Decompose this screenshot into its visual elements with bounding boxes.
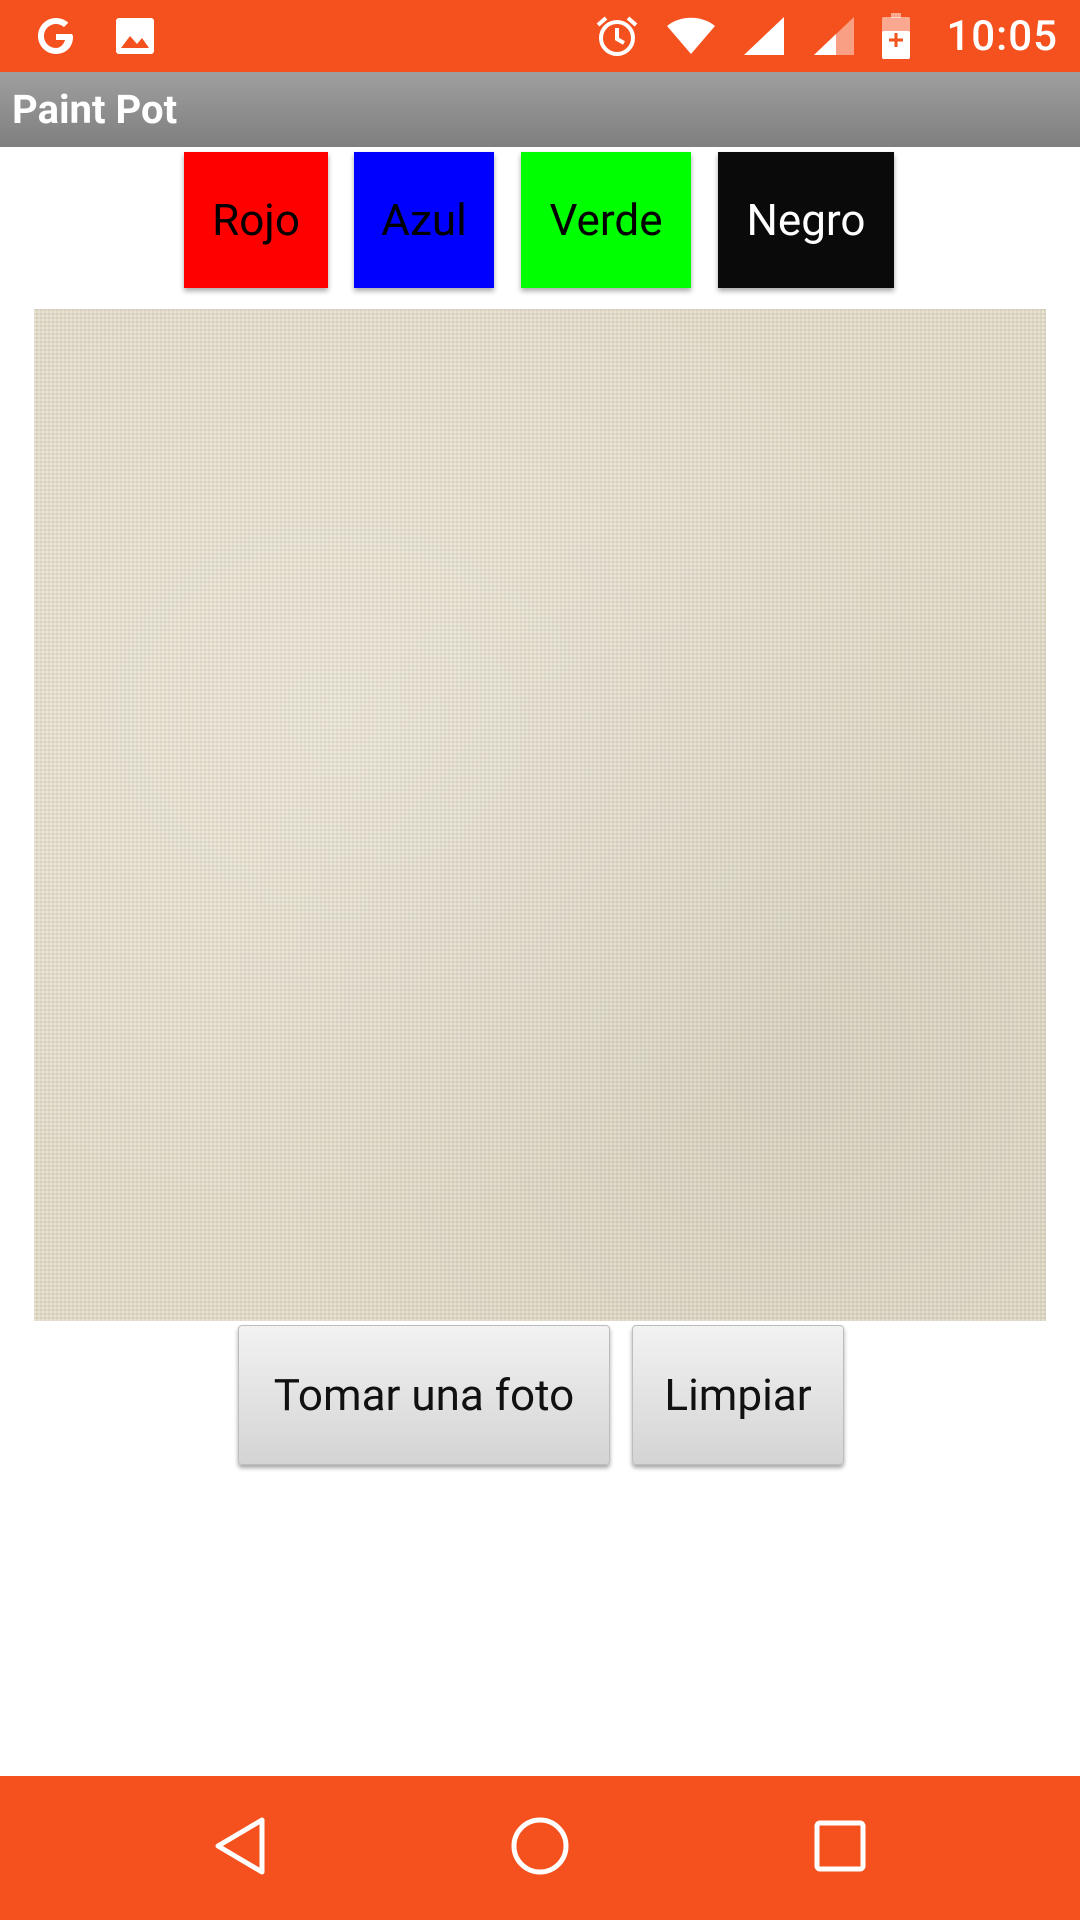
recents-icon: [814, 1820, 866, 1876]
home-icon: [510, 1816, 570, 1880]
title-bar: Paint Pot: [0, 72, 1080, 147]
google-icon: [34, 14, 78, 58]
blue-button[interactable]: Azul: [354, 152, 494, 288]
red-button[interactable]: Rojo: [184, 152, 328, 288]
drawing-canvas[interactable]: [34, 309, 1046, 1321]
recents-button[interactable]: [760, 1776, 920, 1920]
signal-weak-icon: [812, 15, 856, 57]
signal-icon: [742, 15, 786, 57]
back-icon: [212, 1815, 268, 1881]
app-title: Paint Pot: [12, 86, 178, 133]
status-time: 10:05: [946, 11, 1058, 61]
clear-button[interactable]: Limpiar: [632, 1325, 844, 1465]
status-bar: 10:05: [0, 0, 1080, 72]
back-button[interactable]: [160, 1776, 320, 1920]
home-button[interactable]: [460, 1776, 620, 1920]
image-icon: [114, 16, 156, 56]
navigation-bar: [0, 1776, 1080, 1920]
battery-charging-icon: [882, 13, 911, 59]
alarm-icon: [594, 13, 640, 59]
black-button[interactable]: Negro: [718, 152, 894, 288]
take-photo-button[interactable]: Tomar una foto: [238, 1325, 610, 1465]
wifi-icon: [666, 16, 716, 56]
green-button[interactable]: Verde: [521, 152, 691, 288]
